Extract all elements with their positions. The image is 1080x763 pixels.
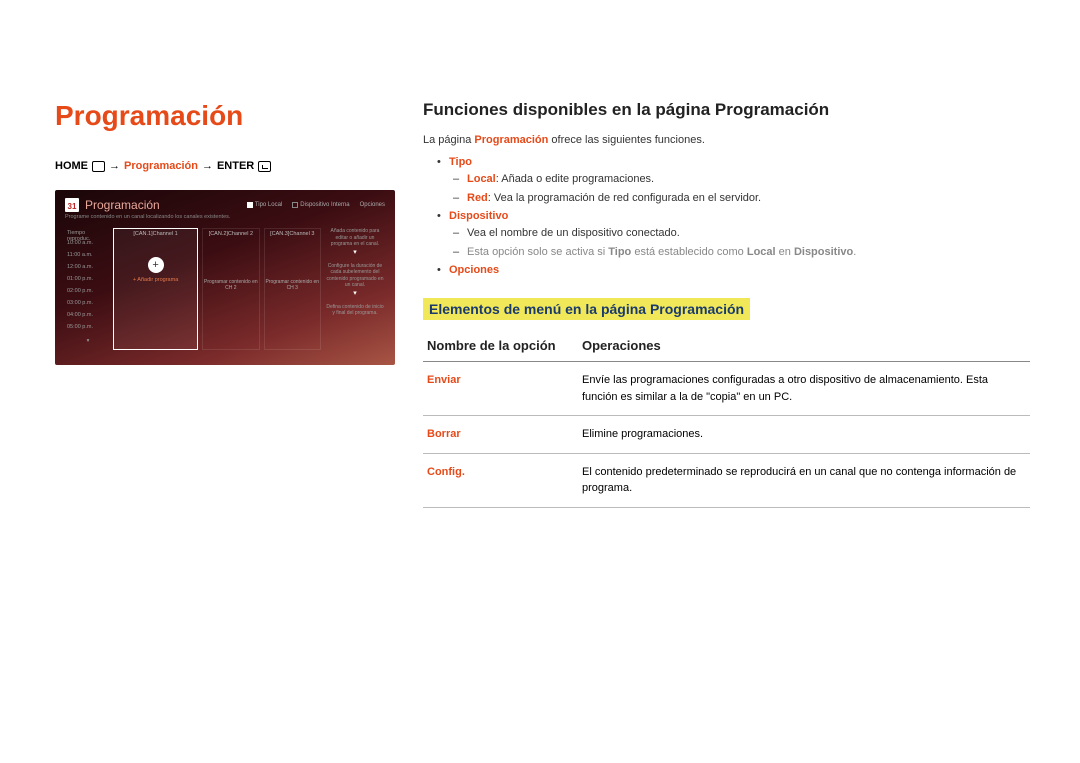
opt-desc: El contenido predeterminado se reproduci…	[578, 453, 1030, 507]
feature-dispositivo-note: Esta opción solo se activa si Tipo está …	[449, 244, 1030, 261]
chevron-down-icon: ▾	[65, 338, 109, 350]
feature-dispositivo-line: Vea el nombre de un dispositivo conectad…	[449, 225, 1030, 242]
opt-name: Enviar	[423, 362, 578, 416]
breadcrumb-arrow: →	[202, 160, 213, 172]
mock-subtitle: Programe contenido en un canal localizan…	[65, 214, 385, 220]
mock-channel-3: [CAN.3]Channel 3 Programar contenido en …	[264, 228, 321, 350]
th-name: Nombre de la opción	[423, 332, 578, 362]
th-ops: Operaciones	[578, 332, 1030, 362]
breadcrumb-enter: ENTER	[217, 160, 254, 172]
feature-tipo-local: Local: Añada o edite programaciones.	[449, 171, 1030, 188]
page-title: Programación	[55, 100, 395, 132]
mock-title: Programación	[85, 198, 160, 212]
subsection-title: Elementos de menú en la página Programac…	[423, 298, 750, 320]
mock-time-column: Tiempo reproduc. 10:00 a.m.11:00 a.m. 12…	[65, 228, 109, 350]
opt-desc: Elimine programaciones.	[578, 416, 1030, 454]
options-table: Nombre de la opción Operaciones Enviar E…	[423, 332, 1030, 508]
intro-text: La página Programación ofrece las siguie…	[423, 134, 1030, 146]
opt-name: Config.	[423, 453, 578, 507]
plus-icon: +	[148, 257, 164, 273]
enter-icon	[258, 161, 271, 172]
chevron-down-icon: ▾	[325, 289, 385, 298]
breadcrumb-mid: Programación	[124, 160, 198, 172]
mock-tab-tipo: Tipo Local	[247, 202, 282, 208]
home-icon	[92, 161, 105, 172]
mock-channel-1: [CAN.1]Channel 1 + + Añadir programa	[113, 228, 198, 350]
mock-tab-opciones: Opciones	[360, 202, 385, 208]
feature-list: Tipo Local: Añada o edite programaciones…	[423, 156, 1030, 276]
chevron-down-icon: ▾	[325, 248, 385, 257]
feature-tipo-red: Red: Vea la programación de red configur…	[449, 190, 1030, 207]
breadcrumb-home: HOME	[55, 160, 88, 172]
section-title: Funciones disponibles en la página Progr…	[423, 100, 1030, 120]
mock-add-label: + Añadir programa	[114, 277, 197, 283]
feature-tipo: Tipo Local: Añada o edite programaciones…	[423, 156, 1030, 206]
mock-side-info: Añada contenido para editar o añadir un …	[325, 228, 385, 350]
breadcrumb-arrow: →	[109, 160, 120, 172]
mock-tab-dispositivo: Dispositivo Interna	[292, 202, 349, 208]
breadcrumb: HOME → Programación → ENTER	[55, 160, 395, 172]
calendar-icon: 31	[65, 198, 79, 212]
feature-dispositivo: Dispositivo Vea el nombre de un disposit…	[423, 210, 1030, 260]
table-row: Enviar Envíe las programaciones configur…	[423, 362, 1030, 416]
table-row: Borrar Elimine programaciones.	[423, 416, 1030, 454]
table-row: Config. El contenido predeterminado se r…	[423, 453, 1030, 507]
opt-desc: Envíe las programaciones configuradas a …	[578, 362, 1030, 416]
mock-channel-2: [CAN.2]Channel 2 Programar contenido en …	[202, 228, 259, 350]
screenshot-mock: 31 Programación Tipo Local Dispositivo I…	[55, 190, 395, 365]
feature-opciones: Opciones	[423, 264, 1030, 276]
opt-name: Borrar	[423, 416, 578, 454]
